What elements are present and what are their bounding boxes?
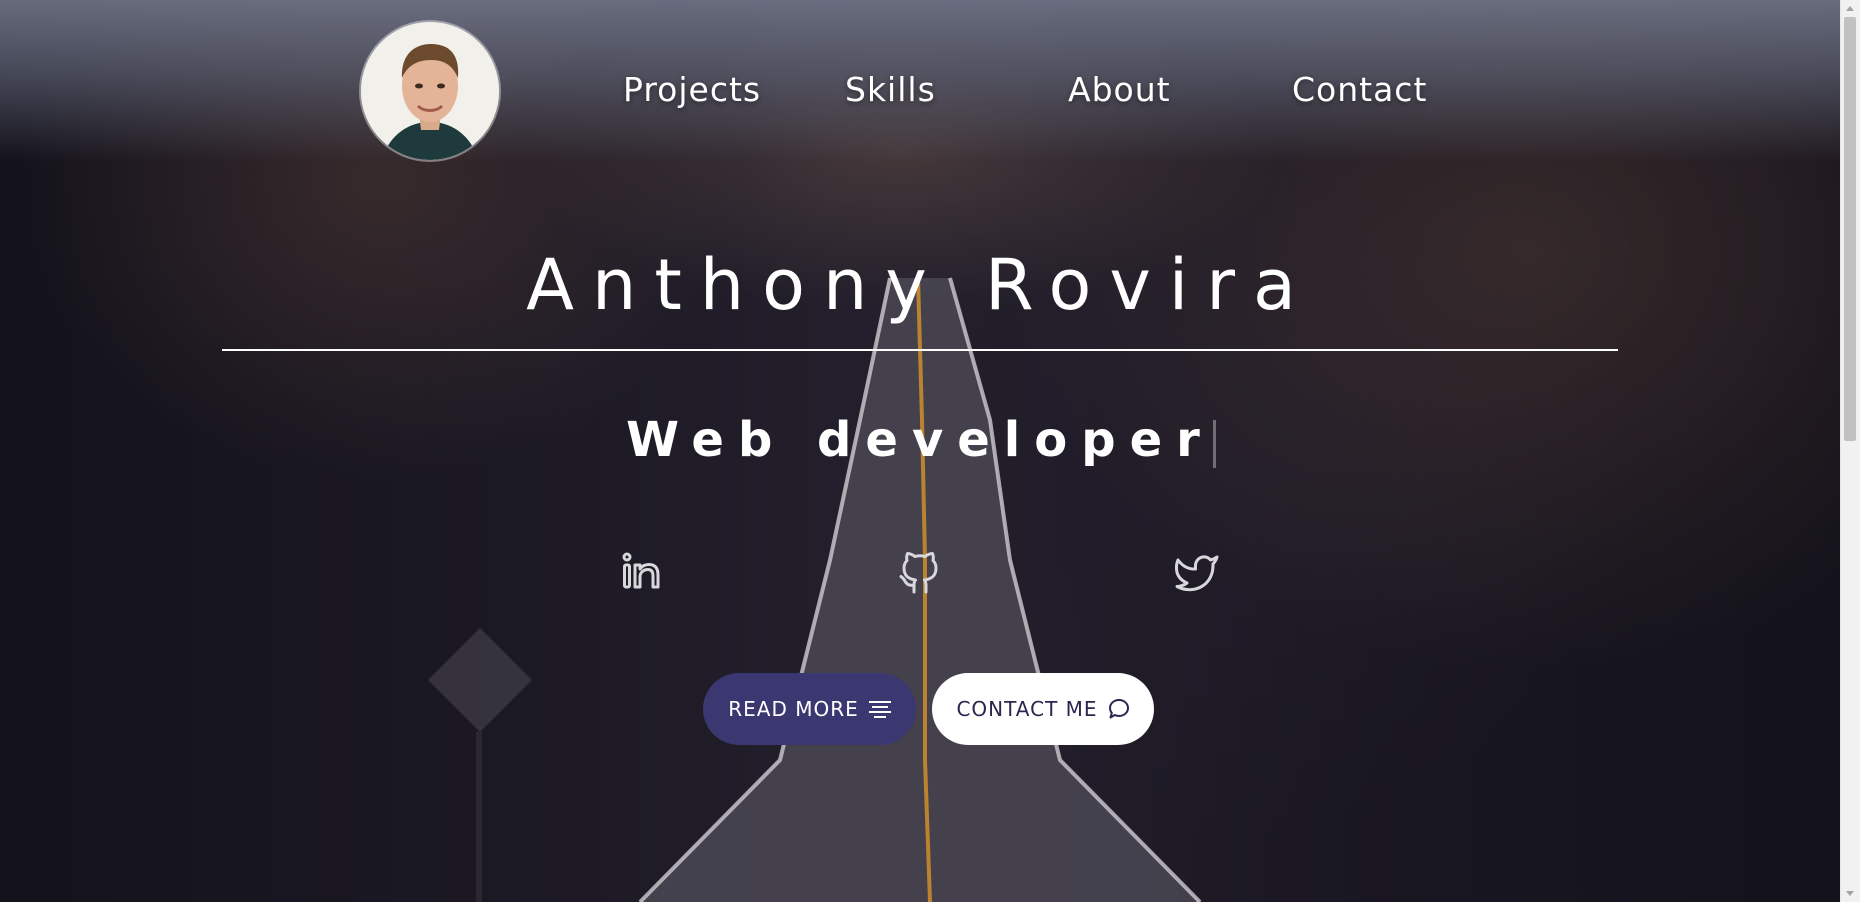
read-more-label: READ MORE	[728, 697, 859, 721]
nav-link-projects[interactable]: Projects	[623, 68, 761, 112]
read-more-button[interactable]: READ MORE	[703, 673, 916, 745]
portfolio-page: Projects Skills About Contact Anthony Ro…	[0, 0, 1860, 902]
top-navigation: Projects Skills About Contact	[0, 0, 1841, 170]
chat-bubble-icon	[1108, 698, 1130, 720]
scroll-up-arrow-icon[interactable]	[1846, 6, 1854, 11]
nav-link-about[interactable]: About	[1068, 68, 1171, 112]
vertical-scrollbar[interactable]	[1840, 0, 1860, 902]
github-icon	[899, 552, 938, 594]
contact-me-button[interactable]: CONTACT ME	[932, 673, 1154, 745]
hero-role: Web developer	[626, 412, 1214, 468]
nav-link-skills[interactable]: Skills	[845, 68, 936, 112]
hero-name: Anthony Rovira	[526, 244, 1314, 326]
github-link[interactable]	[896, 548, 944, 596]
typing-cursor	[1213, 420, 1216, 468]
twitter-icon	[1175, 555, 1219, 592]
scrollbar-thumb[interactable]	[1844, 17, 1856, 441]
linkedin-link[interactable]	[617, 548, 665, 596]
profile-avatar[interactable]	[361, 22, 499, 160]
linkedin-icon	[622, 552, 660, 589]
scroll-down-arrow-icon[interactable]	[1846, 891, 1854, 896]
menu-lines-icon	[868, 700, 891, 718]
nav-link-contact[interactable]: Contact	[1292, 68, 1427, 112]
contact-me-label: CONTACT ME	[956, 697, 1098, 721]
hero-divider	[222, 349, 1618, 351]
twitter-link[interactable]	[1173, 548, 1221, 596]
avatar-portrait	[361, 22, 499, 160]
